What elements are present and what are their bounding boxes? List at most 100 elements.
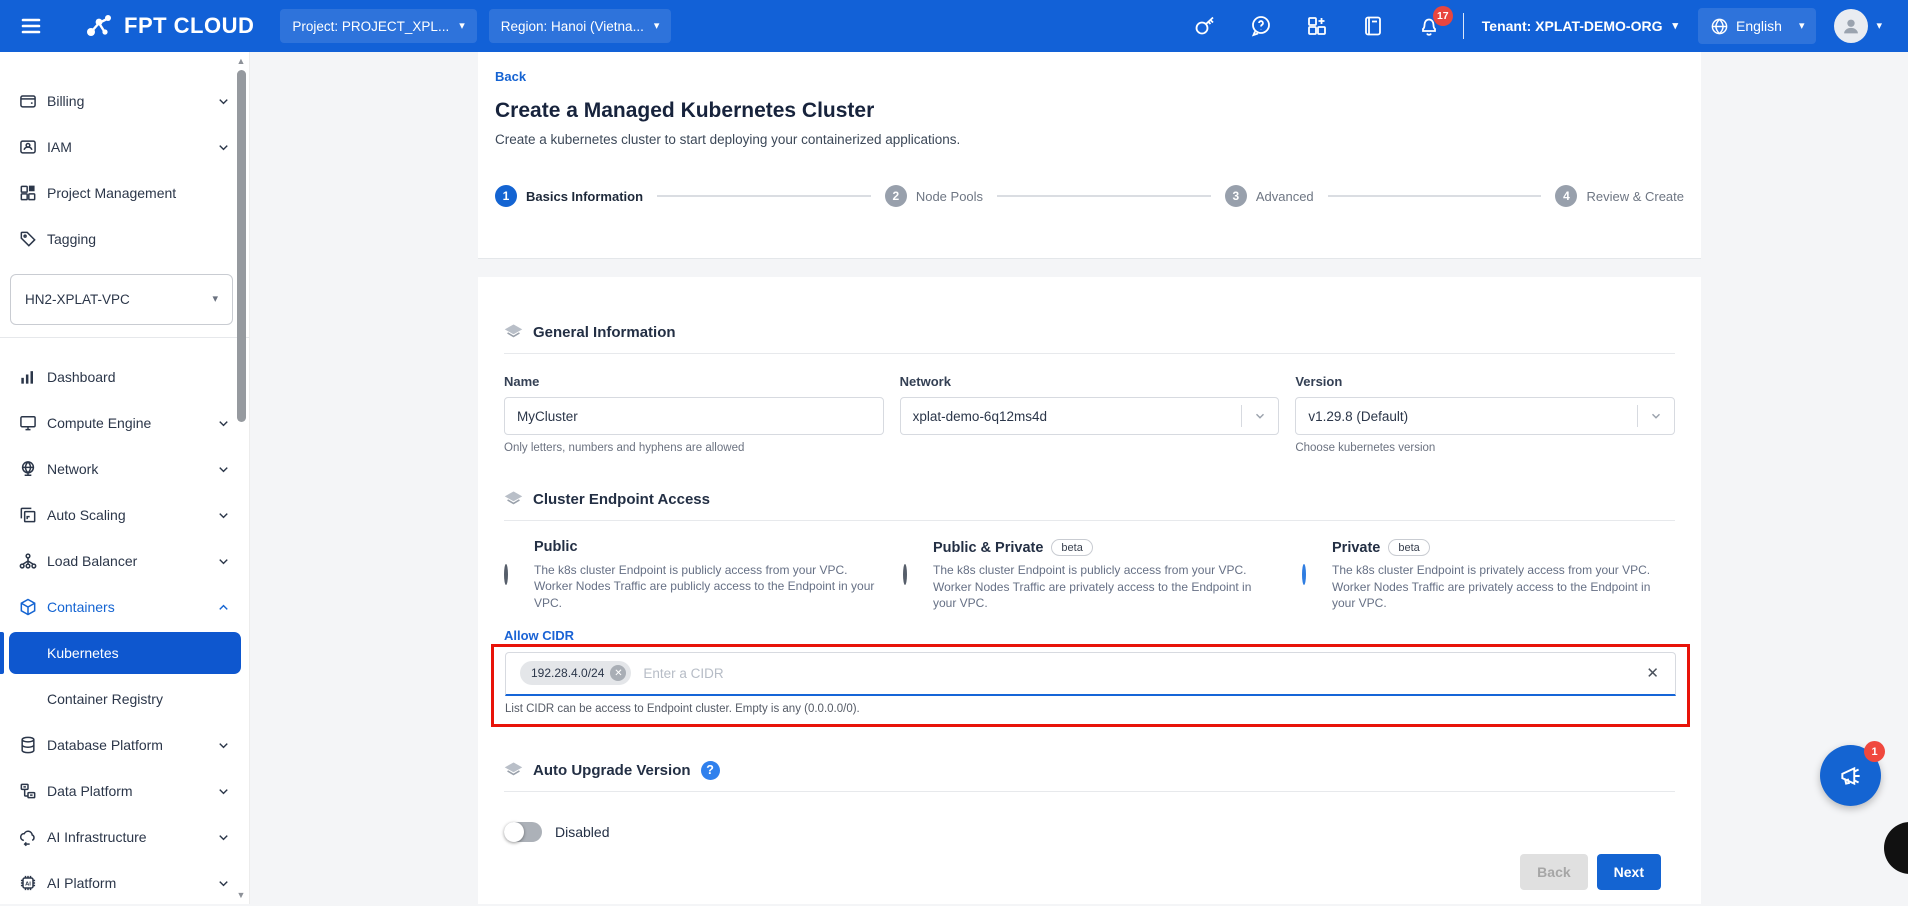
- sidebar-item-iam[interactable]: IAM: [0, 124, 249, 170]
- help-question-icon[interactable]: ?: [701, 761, 720, 780]
- svg-text:AI: AI: [25, 881, 31, 887]
- next-button[interactable]: Next: [1597, 854, 1661, 890]
- scrollbar-thumb[interactable]: [237, 70, 246, 422]
- version-field-group: Version v1.29.8 (Default) Choose kuberne…: [1295, 374, 1675, 454]
- layers-icon: [504, 323, 523, 342]
- cidr-helper: List CIDR can be access to Endpoint clus…: [505, 703, 1676, 715]
- active-indicator: [0, 632, 4, 674]
- sidebar-item-auto-scaling[interactable]: Auto Scaling: [0, 492, 249, 538]
- cidr-chip[interactable]: 192.28.4.0/24 ✕: [520, 661, 631, 685]
- cluster-name-input[interactable]: [504, 397, 884, 435]
- chevron-down-icon: ▾: [1799, 21, 1805, 32]
- beta-badge: beta: [1051, 539, 1092, 556]
- step-advanced[interactable]: 3 Advanced: [1225, 185, 1314, 207]
- version-select[interactable]: v1.29.8 (Default): [1295, 397, 1675, 435]
- wizard-footer: Back Next: [1520, 854, 1661, 890]
- chevron-up-icon: [216, 600, 231, 615]
- hamburger-menu-icon[interactable]: [16, 11, 46, 41]
- announcements-button[interactable]: 1: [1820, 745, 1881, 806]
- scrollbar-up-arrow[interactable]: ▲: [236, 56, 246, 66]
- project-selector[interactable]: Project: PROJECT_XPL... ▾: [280, 9, 476, 43]
- annotation-highlight-box: 192.28.4.0/24 ✕ ✕ List CIDR can be acces…: [491, 644, 1690, 727]
- sidebar-item-ai-infrastructure[interactable]: AI Infrastructure: [0, 814, 249, 860]
- id-card-icon: [18, 137, 38, 157]
- radio-public[interactable]: [504, 564, 508, 585]
- chevron-down-icon: ▾: [212, 294, 218, 305]
- chevron-down-icon: ▾: [654, 21, 660, 32]
- chevron-down-icon: [216, 508, 231, 523]
- chevron-down-icon: [216, 830, 231, 845]
- chip-icon: AI: [18, 873, 38, 893]
- beta-badge: beta: [1388, 539, 1429, 556]
- version-helper: Choose kubernetes version: [1295, 442, 1675, 454]
- region-selector[interactable]: Region: Hanoi (Vietna... ▾: [489, 9, 672, 43]
- step-node-pools[interactable]: 2 Node Pools: [885, 185, 983, 207]
- cidr-input[interactable]: [643, 666, 1644, 681]
- sidebar-item-containers[interactable]: Containers: [0, 584, 249, 630]
- sidebar-item-kubernetes[interactable]: Kubernetes: [0, 630, 249, 676]
- apps-plus-icon[interactable]: [1305, 14, 1329, 38]
- vpc-selector[interactable]: HN2-XPLAT-VPC ▾: [10, 274, 233, 325]
- endpoint-option-public-private[interactable]: Public & Private beta The k8s cluster En…: [903, 539, 1276, 612]
- auto-scaling-icon: [18, 505, 38, 525]
- sidebar-item-database-platform[interactable]: Database Platform: [0, 722, 249, 768]
- radio-private[interactable]: [1302, 564, 1306, 585]
- tenant-selector[interactable]: Tenant: XPLAT-DEMO-ORG ▾: [1482, 18, 1678, 34]
- page-subtitle: Create a kubernetes cluster to start dep…: [495, 132, 1684, 147]
- page-title: Create a Managed Kubernetes Cluster: [495, 99, 1684, 123]
- back-button[interactable]: Back: [1520, 854, 1587, 890]
- fpt-cloud-logo[interactable]: FPT CLOUD: [82, 9, 254, 43]
- back-link[interactable]: Back: [495, 69, 526, 84]
- chevron-down-icon: [216, 416, 231, 431]
- help-chat-icon[interactable]: [1249, 14, 1273, 38]
- section-title: Cluster Endpoint Access: [533, 491, 710, 508]
- sidebar-item-container-registry[interactable]: Container Registry: [0, 676, 249, 722]
- step-connector: [997, 195, 1211, 197]
- allow-cidr-input-box[interactable]: 192.28.4.0/24 ✕ ✕: [505, 652, 1676, 696]
- sidebar-item-tagging[interactable]: Tagging: [0, 216, 249, 262]
- key-icon[interactable]: [1193, 14, 1217, 38]
- sidebar-item-load-balancer[interactable]: Load Balancer: [0, 538, 249, 584]
- user-menu[interactable]: ▾: [1834, 9, 1882, 43]
- chip-remove-icon[interactable]: ✕: [610, 665, 626, 681]
- scrollbar-down-arrow[interactable]: ▼: [236, 890, 246, 900]
- network-select[interactable]: xplat-demo-6q12ms4d: [900, 397, 1280, 435]
- endpoint-option-description: The k8s cluster Endpoint is publicly acc…: [933, 562, 1276, 612]
- endpoint-option-public[interactable]: Public The k8s cluster Endpoint is publi…: [504, 539, 877, 612]
- docs-book-icon[interactable]: [1361, 14, 1385, 38]
- sidebar-item-compute-engine[interactable]: Compute Engine: [0, 400, 249, 446]
- auto-upgrade-toggle[interactable]: [504, 822, 542, 842]
- database-icon: [18, 735, 38, 755]
- sidebar-scrollbar: ▲ ▼: [236, 52, 246, 904]
- notification-badge: 17: [1433, 6, 1453, 26]
- chevron-down-icon: [216, 784, 231, 799]
- name-label: Name: [504, 374, 884, 389]
- data-platform-icon: [18, 781, 38, 801]
- sidebar-item-ai-platform[interactable]: AI AI Platform: [0, 860, 249, 906]
- radio-public-private[interactable]: [903, 564, 907, 585]
- floating-widget-button[interactable]: [1884, 822, 1908, 874]
- sidebar-item-dashboard[interactable]: Dashboard: [0, 354, 249, 400]
- bar-chart-icon: [18, 367, 38, 387]
- layers-icon: [504, 490, 523, 509]
- name-field-group: Name Only letters, numbers and hyphens a…: [504, 374, 884, 454]
- clear-input-icon[interactable]: ✕: [1644, 664, 1661, 682]
- step-connector: [1328, 195, 1542, 197]
- header-divider: [1463, 13, 1464, 39]
- version-label: Version: [1295, 374, 1675, 389]
- step-review-create[interactable]: 4 Review & Create: [1555, 185, 1684, 207]
- cube-icon: [18, 597, 38, 617]
- step-basics-information[interactable]: 1 Basics Information: [495, 185, 643, 207]
- step-connector: [657, 195, 871, 197]
- endpoint-option-private[interactable]: Private beta The k8s cluster Endpoint is…: [1302, 539, 1675, 612]
- sidebar-item-network[interactable]: Network: [0, 446, 249, 492]
- sidebar-item-project-management[interactable]: Project Management: [0, 170, 249, 216]
- bell-icon[interactable]: 17: [1417, 14, 1441, 38]
- chevron-down-icon: [216, 140, 231, 155]
- section-title: General Information: [533, 324, 676, 341]
- sidebar-item-data-platform[interactable]: Data Platform: [0, 768, 249, 814]
- section-general-information: General Information Name Only letters, n…: [504, 277, 1675, 454]
- endpoint-option-description: The k8s cluster Endpoint is publicly acc…: [534, 562, 877, 612]
- sidebar-item-billing[interactable]: Billing: [0, 78, 249, 124]
- language-selector[interactable]: English ▾: [1698, 8, 1816, 44]
